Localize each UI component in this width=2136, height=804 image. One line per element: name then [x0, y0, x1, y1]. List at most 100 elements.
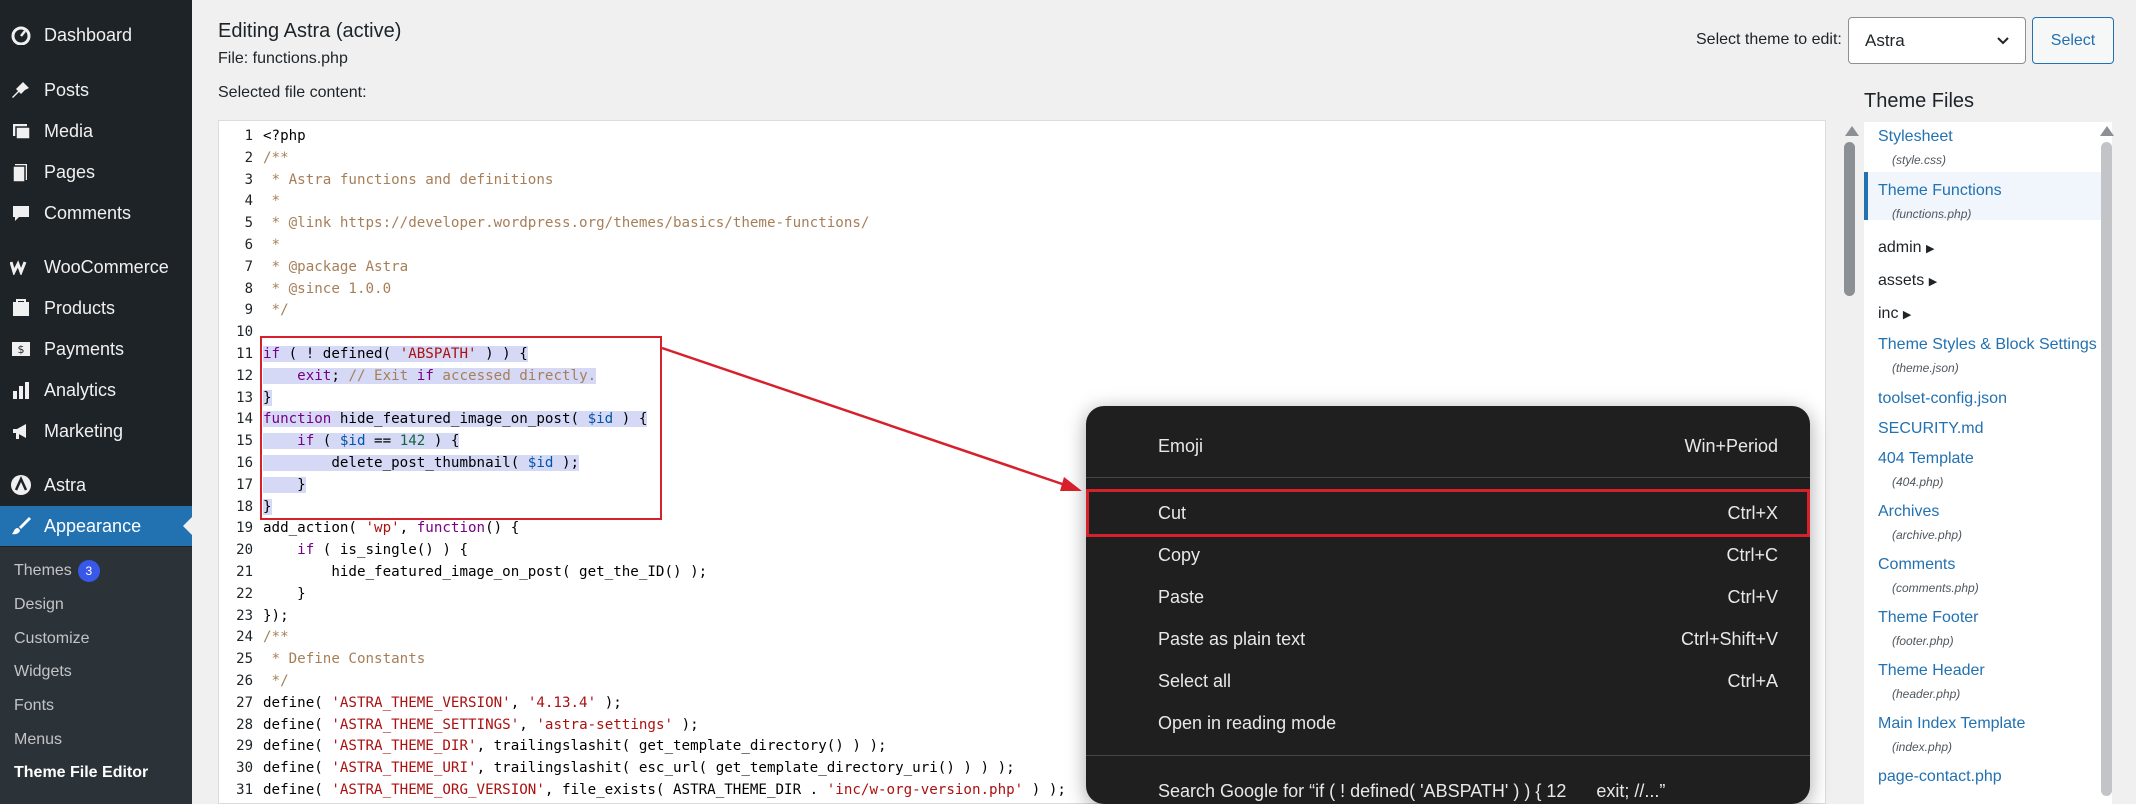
- folder-assets[interactable]: assets ▶: [1878, 272, 1937, 290]
- code-line[interactable]: }: [263, 584, 1066, 606]
- code-line[interactable]: define( 'ASTRA_THEME_URI', trailingslash…: [263, 758, 1066, 780]
- line-number: 20: [236, 542, 253, 559]
- line-number: 2: [244, 149, 253, 166]
- sidebar-item-label: Pages: [44, 161, 96, 182]
- code-line[interactable]: */: [263, 671, 1066, 693]
- menu-shortcut: Ctrl+X: [1727, 502, 1778, 523]
- sidebar-item-analytics[interactable]: Analytics: [0, 370, 192, 410]
- menu-item-reading-mode[interactable]: Open in reading mode: [1086, 703, 1810, 743]
- submenu-item-widgets[interactable]: Widgets: [14, 660, 72, 684]
- folder-inc[interactable]: inc ▶: [1878, 305, 1911, 323]
- line-number: 19: [236, 520, 253, 537]
- code-line[interactable]: define( 'ASTRA_THEME_SETTINGS', 'astra-s…: [263, 715, 1066, 737]
- sidebar-item-astra[interactable]: Astra: [0, 465, 192, 505]
- file-theme-header[interactable]: Theme Header: [1878, 662, 1985, 680]
- file-page-contact[interactable]: page-contact.php: [1878, 768, 2002, 786]
- code-line[interactable]: });: [263, 606, 1066, 628]
- admin-sidebar: Dashboard Posts Media Pages Comments Woo…: [0, 0, 192, 804]
- code-line[interactable]: * @link https://developer.wordpress.org/…: [263, 213, 1066, 235]
- sidebar-item-label: Appearance: [44, 515, 142, 536]
- file-404-template[interactable]: 404 Template: [1878, 450, 1974, 468]
- editor-scrollbar-thumb[interactable]: [1844, 142, 1855, 296]
- line-number: 12: [236, 367, 253, 384]
- sidebar-item-dashboard[interactable]: Dashboard: [0, 15, 192, 55]
- code-line[interactable]: define( 'ASTRA_THEME_VERSION', '4.13.4' …: [263, 693, 1066, 715]
- scroll-up-arrow-icon[interactable]: [1845, 126, 1859, 136]
- file-theme-json[interactable]: Theme Styles & Block Settings: [1878, 336, 2097, 354]
- file-sub: (archive.php): [1892, 528, 1963, 542]
- code-line[interactable]: /**: [263, 148, 1066, 170]
- line-gutter: 1 2 3 4 5 6 7 8 9 10 11 12 13 14 15 16 17 18 19 20 21 22 23 24 2…: [219, 121, 259, 803]
- code-line[interactable]: *: [263, 235, 1066, 257]
- menu-item-emoji[interactable]: Emoji Win+Period: [1086, 426, 1810, 466]
- sidebar-item-media[interactable]: Media: [0, 111, 192, 151]
- menu-label: Cut: [1158, 502, 1187, 523]
- folder-admin[interactable]: admin ▶: [1878, 239, 1935, 257]
- file-theme-footer[interactable]: Theme Footer: [1878, 609, 1978, 627]
- file-stylesheet[interactable]: Stylesheet: [1878, 128, 1953, 146]
- code-line[interactable]: add_action( 'wp', function() {: [263, 518, 1066, 540]
- code-line[interactable]: */: [263, 300, 1066, 322]
- file-sub: (header.php): [1892, 687, 1961, 701]
- line-number: 10: [236, 324, 253, 341]
- menu-item-search-google[interactable]: Search Google for “if ( ! defined( 'ABSP…: [1086, 771, 1810, 804]
- file-main-index[interactable]: Main Index Template: [1878, 715, 2025, 733]
- menu-shortcut: Ctrl+C: [1726, 544, 1778, 565]
- sidebar-item-payments[interactable]: $ Payments: [0, 329, 192, 369]
- file-archives[interactable]: Archives: [1878, 503, 1939, 521]
- submenu-label: Themes: [14, 562, 72, 579]
- submenu-item-theme-file-editor[interactable]: Theme File Editor: [14, 761, 148, 785]
- select-theme-button[interactable]: Select: [2032, 17, 2114, 64]
- sidebar-item-appearance[interactable]: Appearance: [0, 506, 192, 546]
- code-line[interactable]: hide_featured_image_on_post( get_the_ID(…: [263, 562, 1066, 584]
- submenu-item-customize[interactable]: Customize: [14, 627, 90, 651]
- line-number: 3: [244, 171, 253, 188]
- file-name: File: functions.php: [218, 50, 348, 67]
- menu-label: Paste: [1158, 586, 1205, 607]
- dashboard-icon: [10, 24, 32, 46]
- theme-files-list: Stylesheet (style.css) Theme Functions (…: [1864, 122, 2112, 804]
- sidebar-item-marketing[interactable]: Marketing: [0, 411, 192, 451]
- sidebar-item-comments[interactable]: Comments: [0, 193, 192, 233]
- submenu-item-menus[interactable]: Menus: [14, 728, 62, 752]
- submenu-item-design[interactable]: Design: [14, 593, 64, 617]
- sidebar-item-label: WooCommerce: [44, 256, 169, 277]
- folder-label: inc: [1878, 305, 1899, 322]
- line-number: 8: [244, 280, 253, 297]
- code-line[interactable]: /**: [263, 627, 1066, 649]
- file-comments[interactable]: Comments: [1878, 556, 1955, 574]
- file-theme-functions[interactable]: Theme Functions: [1878, 182, 2002, 200]
- code-line[interactable]: * @since 1.0.0: [263, 279, 1066, 301]
- submenu-item-themes[interactable]: Themes 3: [14, 559, 100, 583]
- submenu-item-fonts[interactable]: Fonts: [14, 694, 54, 718]
- line-number: 26: [236, 672, 253, 689]
- file-sub: (404.php): [1892, 475, 1944, 489]
- file-security-md[interactable]: SECURITY.md: [1878, 420, 1984, 438]
- code-line[interactable]: *: [263, 191, 1066, 213]
- sidebar-item-products[interactable]: Products: [0, 288, 192, 328]
- menu-item-cut[interactable]: Cut Ctrl+X: [1086, 493, 1810, 533]
- menu-item-copy[interactable]: Copy Ctrl+C: [1086, 535, 1810, 575]
- code-line[interactable]: <?php: [263, 126, 1066, 148]
- menu-item-paste[interactable]: Paste Ctrl+V: [1086, 577, 1810, 617]
- megaphone-icon: [10, 420, 32, 442]
- code-line[interactable]: define( 'ASTRA_THEME_DIR', trailingslash…: [263, 736, 1066, 758]
- code-line[interactable]: define( 'ASTRA_THEME_ORG_VERSION', file_…: [263, 780, 1066, 802]
- file-toolset-config[interactable]: toolset-config.json: [1878, 390, 2007, 408]
- files-scrollbar-thumb[interactable]: [2101, 142, 2112, 796]
- menu-shortcut: Win+Period: [1684, 435, 1778, 456]
- files-scroll-up-arrow-icon[interactable]: [2100, 126, 2114, 136]
- code-line[interactable]: if ( is_single() ) {: [263, 540, 1066, 562]
- comment-icon: [10, 202, 32, 224]
- menu-item-paste-plain[interactable]: Paste as plain text Ctrl+Shift+V: [1086, 619, 1810, 659]
- sidebar-item-pages[interactable]: Pages: [0, 152, 192, 192]
- menu-item-select-all[interactable]: Select all Ctrl+A: [1086, 661, 1810, 701]
- code-line[interactable]: * Astra functions and definitions: [263, 170, 1066, 192]
- code-line[interactable]: * Define Constants: [263, 649, 1066, 671]
- code-line[interactable]: * @package Astra: [263, 257, 1066, 279]
- expand-arrow-icon: ▶: [1902, 309, 1912, 321]
- sidebar-item-woocommerce[interactable]: WooCommerce: [0, 247, 192, 287]
- theme-select[interactable]: Astra: [1848, 17, 2026, 64]
- sidebar-item-posts[interactable]: Posts: [0, 70, 192, 110]
- file-sub: (style.css): [1892, 153, 1946, 167]
